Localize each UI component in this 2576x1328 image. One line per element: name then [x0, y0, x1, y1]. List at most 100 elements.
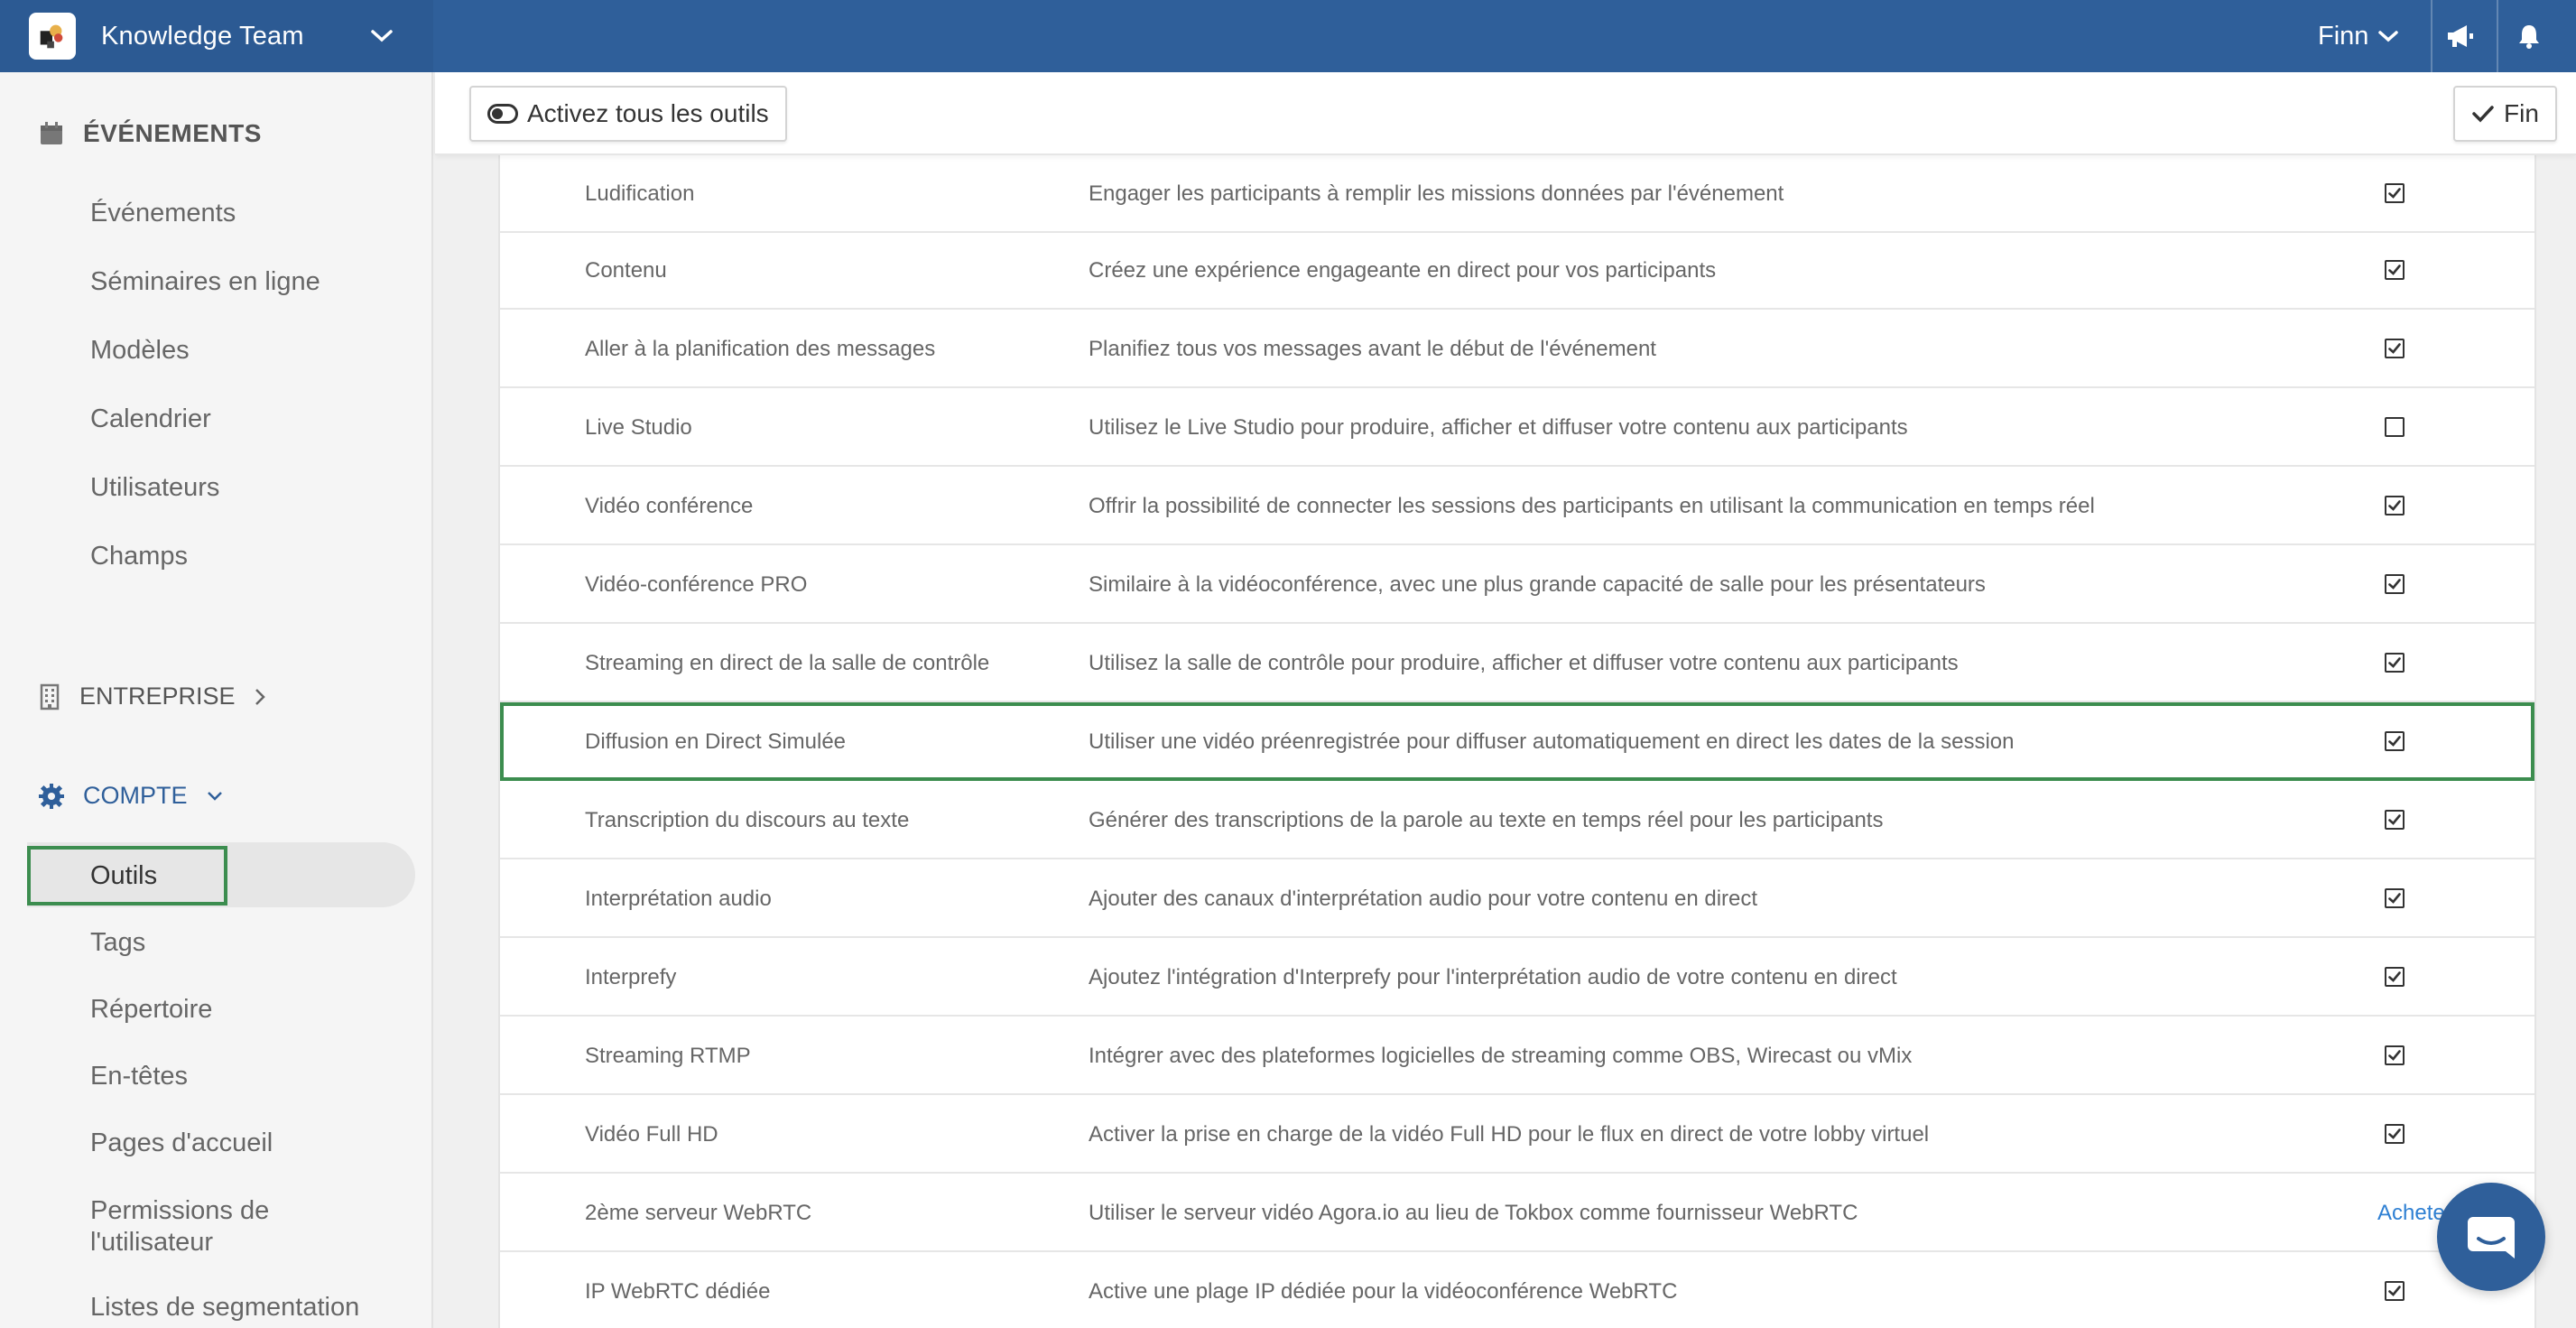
- chevron-down-icon: [207, 791, 222, 801]
- sidebar-section-label: ÉVÉNEMENTS: [83, 119, 262, 147]
- tool-row: Vidéo Full HD Activer la prise en charge …: [500, 1095, 2534, 1174]
- tool-description: Engager les participants à remplir les m…: [1089, 181, 1784, 206]
- chat-bubble-button[interactable]: [2437, 1183, 2545, 1291]
- tool-name: Vidéo-conférence PRO: [585, 572, 808, 597]
- tool-name: Live Studio: [585, 415, 692, 440]
- checkbox-checked[interactable]: [2385, 731, 2405, 751]
- tool-row: Aller à la planification des messages Pla…: [500, 310, 2534, 388]
- sidebar-item-listes-segmentation[interactable]: Listes de segmentation: [90, 1293, 359, 1323]
- tool-description: Intégrer avec des plateformes logicielle…: [1089, 1044, 1913, 1068]
- checkbox-unchecked[interactable]: [2385, 417, 2405, 437]
- checkbox-checked[interactable]: [2385, 496, 2405, 515]
- tool-row: 2ème serveur WebRTC Utiliser le serveur v…: [500, 1174, 2534, 1252]
- tool-row: Vidéo conférence Offrir la possibilité de…: [500, 467, 2534, 545]
- chevron-down-icon: [2378, 31, 2399, 42]
- user-name: Finn: [2318, 21, 2369, 51]
- tool-row: Streaming en direct de la salle de contr…: [500, 624, 2534, 702]
- tool-description: Ajouter des canaux d'interprétation audi…: [1089, 887, 1758, 911]
- megaphone-icon[interactable]: [2441, 16, 2480, 56]
- tool-name: Vidéo Full HD: [585, 1122, 718, 1147]
- tool-description: Utilisez le Live Studio pour produire, a…: [1089, 415, 1908, 440]
- tool-name: Interprefy: [585, 965, 677, 989]
- tool-name: Ludification: [585, 181, 695, 206]
- chat-icon: [2468, 1217, 2515, 1258]
- checkbox-checked[interactable]: [2385, 1045, 2405, 1065]
- tools-table: Ludification Engager les participants à r…: [498, 155, 2536, 1328]
- tool-name: Diffusion en Direct Simulée: [585, 729, 847, 754]
- tool-description: Générer des transcriptions de la parole …: [1089, 808, 1884, 832]
- tool-row: IP WebRTC dédiée Active une plage IP dédi…: [500, 1252, 2534, 1328]
- sidebar-item-outils[interactable]: Outils: [90, 861, 157, 891]
- sidebar-item-calendrier[interactable]: Calendrier: [90, 404, 211, 434]
- activate-all-tools-label: Activez tous les outils: [527, 99, 769, 127]
- sidebar-item-seminaires[interactable]: Séminaires en ligne: [90, 267, 320, 297]
- tool-name: 2ème serveur WebRTC: [585, 1201, 812, 1225]
- tool-row: Ludification Engager les participants à r…: [500, 154, 2534, 233]
- checkbox-checked[interactable]: [2385, 1124, 2405, 1144]
- team-logo: [29, 13, 76, 60]
- gear-icon: [39, 783, 64, 809]
- tool-description: Offrir la possibilité de connecter les s…: [1089, 494, 2095, 518]
- tool-name: Vidéo conférence: [585, 494, 754, 518]
- tool-description: Active une plage IP dédiée pour la vidéo…: [1089, 1279, 1678, 1304]
- fin-label: Fin: [2504, 99, 2539, 127]
- sidebar-item-utilisateurs[interactable]: Utilisateurs: [90, 473, 219, 503]
- sidebar-section-label: ENTREPRISE: [79, 683, 236, 710]
- tool-name: Interprétation audio: [585, 887, 772, 911]
- tool-row: Diffusion en Direct Simulée Utiliser une …: [500, 702, 2534, 781]
- checkbox-checked[interactable]: [2385, 967, 2405, 987]
- sidebar-section-events[interactable]: ÉVÉNEMENTS: [38, 119, 262, 148]
- tool-description: Utiliser une vidéo préenregistrée pour d…: [1089, 729, 2015, 754]
- team-switcher[interactable]: Knowledge Team: [0, 0, 433, 72]
- checkbox-checked[interactable]: [2385, 1281, 2405, 1301]
- sidebar-item-label: l'utilisateur: [90, 1228, 214, 1257]
- tool-name: Streaming en direct de la salle de contr…: [585, 651, 990, 675]
- checkbox-checked[interactable]: [2385, 888, 2405, 908]
- top-bar: Knowledge Team Finn: [0, 0, 2576, 72]
- tool-description: Créez une expérience engageante en direc…: [1089, 258, 1717, 283]
- sidebar: ÉVÉNEMENTS Événements Séminaires en lign…: [0, 72, 433, 1328]
- main-content: Activez tous les outils Fin Ludification…: [435, 72, 2576, 1328]
- tool-name: Aller à la planification des messages: [585, 337, 936, 361]
- tool-name: Contenu: [585, 258, 667, 283]
- sidebar-section-label: COMPTE: [83, 782, 188, 809]
- sidebar-section-company[interactable]: ENTREPRISE: [38, 683, 266, 710]
- sidebar-item-champs[interactable]: Champs: [90, 542, 188, 571]
- sidebar-item-permissions[interactable]: Permissions de l'utilisateur: [90, 1195, 269, 1258]
- sidebar-item-pages-accueil[interactable]: Pages d'accueil: [90, 1128, 273, 1158]
- sidebar-item-evenements[interactable]: Événements: [90, 199, 236, 228]
- divider: [2431, 0, 2432, 72]
- building-icon: [40, 683, 60, 710]
- activate-all-tools-button[interactable]: Activez tous les outils: [469, 86, 787, 142]
- sidebar-item-modeles[interactable]: Modèles: [90, 336, 190, 366]
- sidebar-section-account[interactable]: COMPTE: [38, 782, 224, 810]
- checkbox-checked[interactable]: [2385, 810, 2405, 830]
- checkbox-checked[interactable]: [2385, 339, 2405, 358]
- fin-button[interactable]: Fin: [2453, 86, 2557, 142]
- tool-row: Interprétation audio Ajouter des canaux d…: [500, 859, 2534, 938]
- tool-name: Streaming RTMP: [585, 1044, 751, 1068]
- checkbox-checked[interactable]: [2385, 574, 2405, 594]
- calendar-icon: [41, 122, 62, 144]
- chevron-down-icon[interactable]: [366, 20, 398, 52]
- sidebar-item-en-tetes[interactable]: En-têtes: [90, 1062, 188, 1091]
- user-menu[interactable]: Finn: [2318, 16, 2399, 56]
- checkbox-checked[interactable]: [2385, 653, 2405, 673]
- check-icon: [2472, 106, 2494, 123]
- chevron-right-icon: [255, 688, 265, 705]
- tool-row: Streaming RTMP Intégrer avec des platefor…: [500, 1017, 2534, 1095]
- tool-row: Transcription du discours au texte Génére…: [500, 781, 2534, 859]
- divider: [2497, 0, 2498, 72]
- checkbox-checked[interactable]: [2385, 183, 2405, 203]
- tool-name: Transcription du discours au texte: [585, 808, 910, 832]
- bell-icon[interactable]: [2509, 16, 2549, 56]
- checkbox-checked[interactable]: [2385, 260, 2405, 280]
- sidebar-item-tags[interactable]: Tags: [90, 928, 145, 958]
- tool-description: Similaire à la vidéoconférence, avec une…: [1089, 572, 1986, 597]
- tool-description: Ajoutez l'intégration d'Interprefy pour …: [1089, 965, 1897, 989]
- sidebar-item-repertoire[interactable]: Répertoire: [90, 995, 212, 1025]
- tool-description: Planifiez tous vos messages avant le déb…: [1089, 337, 1656, 361]
- tool-description: Activer la prise en charge de la vidéo F…: [1089, 1122, 1930, 1147]
- sidebar-item-label: Permissions de: [90, 1196, 270, 1225]
- toolbar: Activez tous les outils Fin: [435, 72, 2576, 155]
